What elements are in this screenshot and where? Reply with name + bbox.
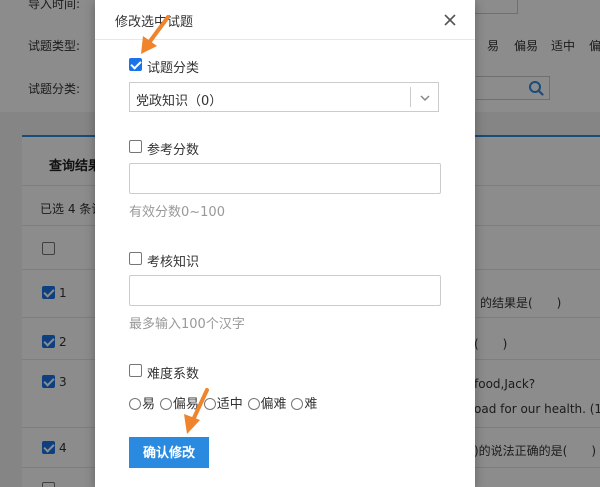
close-icon[interactable] <box>442 12 458 28</box>
radio-circle[interactable] <box>291 398 304 410</box>
knowledge-help-text: 最多输入100个汉字 <box>129 317 245 332</box>
score-checkbox[interactable] <box>129 140 142 153</box>
category-select-value: 党政知识（0） <box>136 94 223 109</box>
chevron-down-icon[interactable] <box>418 91 432 105</box>
difficulty-radio-group: 易 偏易 适中 偏难 难 <box>129 393 318 412</box>
difficulty-label: 难度系数 <box>147 367 200 382</box>
category-select[interactable]: 党政知识（0） <box>129 82 439 112</box>
knowledge-input[interactable] <box>129 275 441 306</box>
knowledge-label: 考核知识 <box>147 255 200 270</box>
difficulty-radio-easy[interactable]: 易 <box>129 393 155 412</box>
edit-questions-dialog: 修改选中试题 试题分类 党政知识（0） 参考分数 有效分数0~100 考核知识 … <box>95 0 475 487</box>
difficulty-checkbox[interactable] <box>129 364 142 377</box>
radio-circle[interactable] <box>247 398 260 410</box>
score-help-text: 有效分数0~100 <box>129 205 225 220</box>
radio-circle[interactable] <box>129 398 141 410</box>
confirm-edit-button[interactable]: 确认修改 <box>129 437 209 468</box>
difficulty-radio-hard[interactable]: 难 <box>291 393 317 412</box>
score-input[interactable] <box>129 163 441 194</box>
select-divider <box>410 87 411 107</box>
radio-circle[interactable] <box>159 398 172 410</box>
knowledge-checkbox[interactable] <box>129 252 142 265</box>
score-label: 参考分数 <box>147 143 200 158</box>
annotation-arrow-icon <box>184 388 209 434</box>
annotation-arrow-icon <box>141 15 170 54</box>
difficulty-radio-fairly-hard[interactable]: 偏难 <box>247 393 287 412</box>
